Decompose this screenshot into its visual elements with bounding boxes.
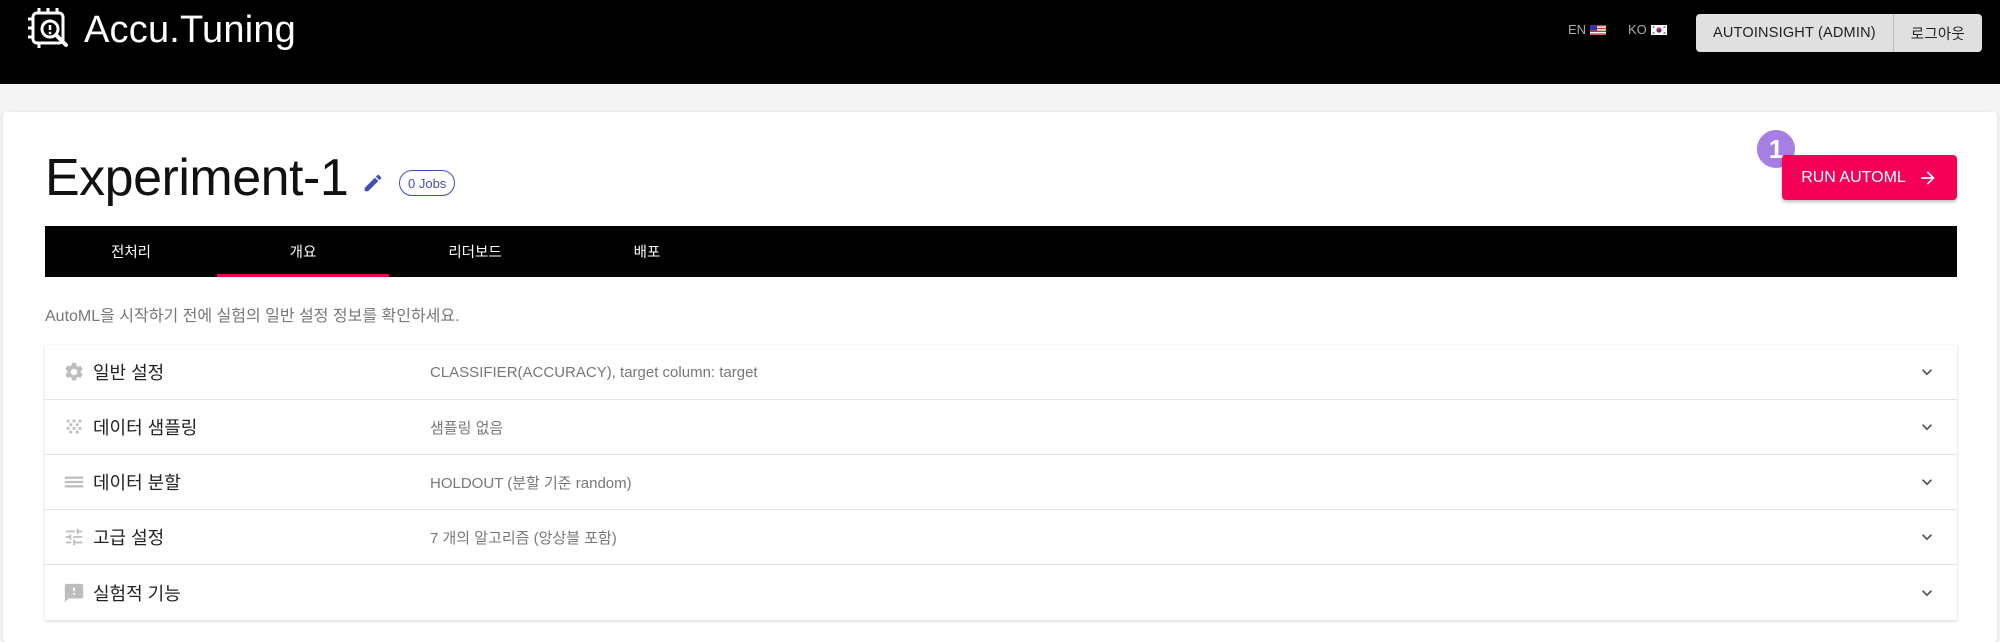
tab-preprocessing[interactable]: 전처리 <box>45 226 217 277</box>
section-summary: CLASSIFIER(ACCURACY), target column: tar… <box>430 363 758 381</box>
lang-ko-option[interactable]: KO <box>1628 22 1667 37</box>
chevron-down-icon[interactable] <box>1917 362 1937 382</box>
chevron-down-icon[interactable] <box>1917 527 1937 547</box>
section-data-sampling[interactable]: 데이터 샘플링 샘플링 없음 <box>45 400 1957 455</box>
section-data-split[interactable]: 데이터 분할 HOLDOUT (분할 기준 random) <box>45 455 1957 510</box>
tab-overview[interactable]: 개요 <box>217 226 389 277</box>
edit-pencil-icon[interactable] <box>362 172 384 194</box>
section-label: 실험적 기능 <box>93 583 181 604</box>
chevron-down-icon[interactable] <box>1917 583 1937 603</box>
section-label: 데이터 분할 <box>93 473 181 493</box>
page-title: Experiment-1 <box>45 149 349 207</box>
account-button-group: AUTOINSIGHT (ADMIN) 로그아웃 <box>1696 14 1982 52</box>
section-label: 데이터 샘플링 <box>93 418 198 438</box>
app-logo[interactable]: Accu.Tuning <box>26 2 296 58</box>
section-experimental-features[interactable]: 실험적 기능 <box>45 565 1957 620</box>
split-icon <box>64 476 84 488</box>
gear-icon <box>65 362 83 381</box>
top-bar: Accu.Tuning EN KO AUTOINSIGHT (ADMIN) 로그… <box>0 0 2000 84</box>
logout-button[interactable]: 로그아웃 <box>1892 14 1982 52</box>
overview-description: AutoML을 시작하기 전에 실험의 일반 설정 정보를 확인하세요. <box>45 308 460 325</box>
app-name: Accu.Tuning <box>84 8 297 51</box>
experiment-tabs: 전처리 개요 리더보드 배포 <box>45 226 1957 277</box>
chevron-down-icon[interactable] <box>1917 417 1937 437</box>
tab-leaderboard[interactable]: 리더보드 <box>389 226 561 277</box>
run-automl-button[interactable]: RUN AUTOML <box>1782 155 1957 200</box>
section-general-settings[interactable]: 일반 설정 CLASSIFIER(ACCURACY), target colum… <box>45 345 1957 400</box>
jobs-count-chip[interactable]: 0 Jobs <box>399 170 456 196</box>
arrow-right-icon <box>1921 170 1935 185</box>
section-advanced-settings[interactable]: 고급 설정 7 개의 알고리즘 (앙상블 포함) <box>45 510 1957 565</box>
section-summary: 샘플링 없음 <box>430 419 504 437</box>
section-label: 고급 설정 <box>93 528 165 548</box>
lang-ko-label: KO <box>1628 22 1647 37</box>
chevron-down-icon[interactable] <box>1917 472 1937 492</box>
tune-icon <box>65 528 83 546</box>
run-automl-label: RUN AUTOML <box>1801 168 1906 186</box>
settings-accordion: 일반 설정 CLASSIFIER(ACCURACY), target colum… <box>45 345 1957 620</box>
user-button[interactable]: AUTOINSIGHT (ADMIN) <box>1696 14 1893 52</box>
us-flag-icon <box>1590 24 1607 35</box>
kr-flag-icon <box>1650 24 1667 35</box>
section-summary: HOLDOUT (분할 기준 random) <box>430 474 632 492</box>
section-label: 일반 설정 <box>93 363 165 383</box>
feedback-icon <box>64 583 84 602</box>
tab-deployment[interactable]: 배포 <box>561 226 733 277</box>
section-summary: 7 개의 알고리즘 (앙상블 포함) <box>430 529 617 547</box>
lang-en-option[interactable]: EN <box>1568 22 1607 37</box>
logo-icon <box>28 8 68 48</box>
lang-en-label: EN <box>1568 22 1587 37</box>
sampling-icon <box>66 419 82 434</box>
